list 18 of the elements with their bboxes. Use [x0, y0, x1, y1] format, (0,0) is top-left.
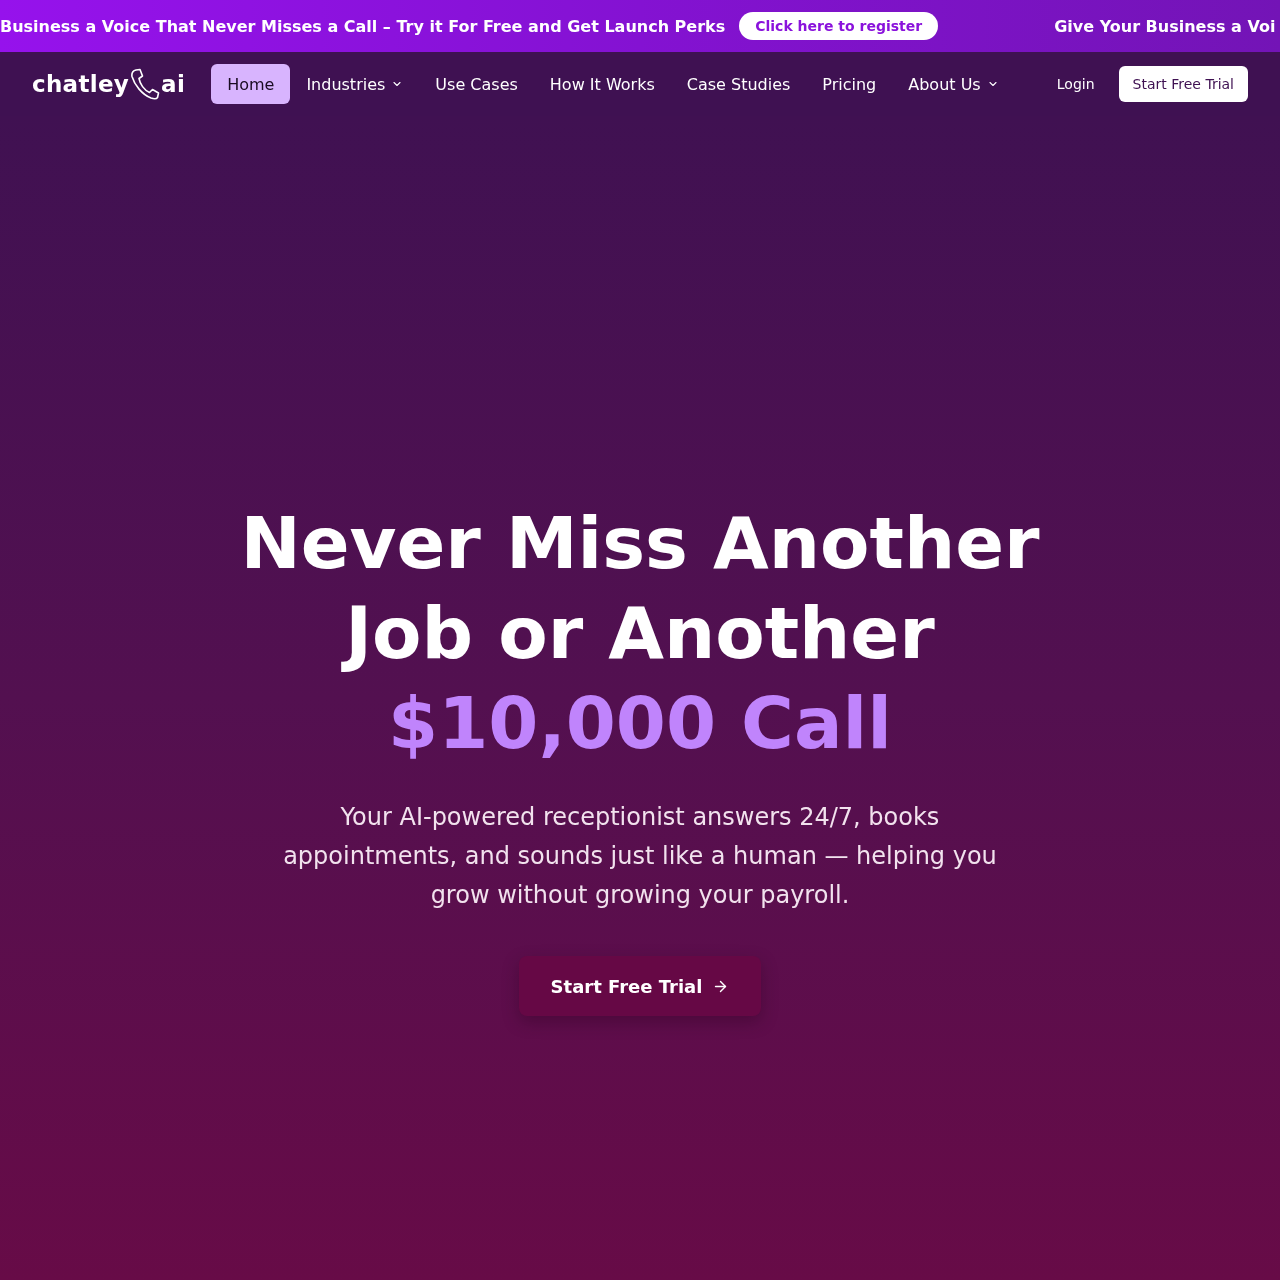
hero-heading: Never Miss Another Job or Another $10,000 Call [239, 500, 1041, 767]
announcement-text: Business a Voice That Never Misses a Call – Try it For Free and Get Launch Perks [0, 16, 726, 36]
logo-suffix[interactable]: ai [161, 72, 186, 96]
nav-link[interactable]: Pricing [806, 64, 893, 104]
login-link[interactable]: Login [1056, 76, 1095, 92]
nav-link[interactable]: Case Studies [670, 64, 807, 104]
nav-link[interactable]: About Us [892, 64, 1015, 104]
phone-icon [130, 68, 161, 100]
nav-link[interactable]: How It Works [533, 64, 671, 104]
start-trial-button[interactable]: Start Free Trial [1118, 66, 1248, 102]
start-trial-button[interactable]: Start Free Trial [518, 956, 762, 1016]
announcement-text: Give Your Business a Voi [1054, 16, 1276, 36]
nav-link[interactable]: Use Cases [419, 64, 534, 104]
logo-wordmark[interactable]: chatley [32, 72, 130, 96]
nav-link[interactable]: Home [211, 64, 291, 104]
nav-link[interactable]: Industries [290, 64, 420, 104]
register-link[interactable]: Click here to register [739, 12, 939, 40]
hero-subtitle: Your AI-powered receptionist answers 24/7, books appointments, and sounds just like a human — helping you grow without growing your payroll. [282, 802, 998, 911]
